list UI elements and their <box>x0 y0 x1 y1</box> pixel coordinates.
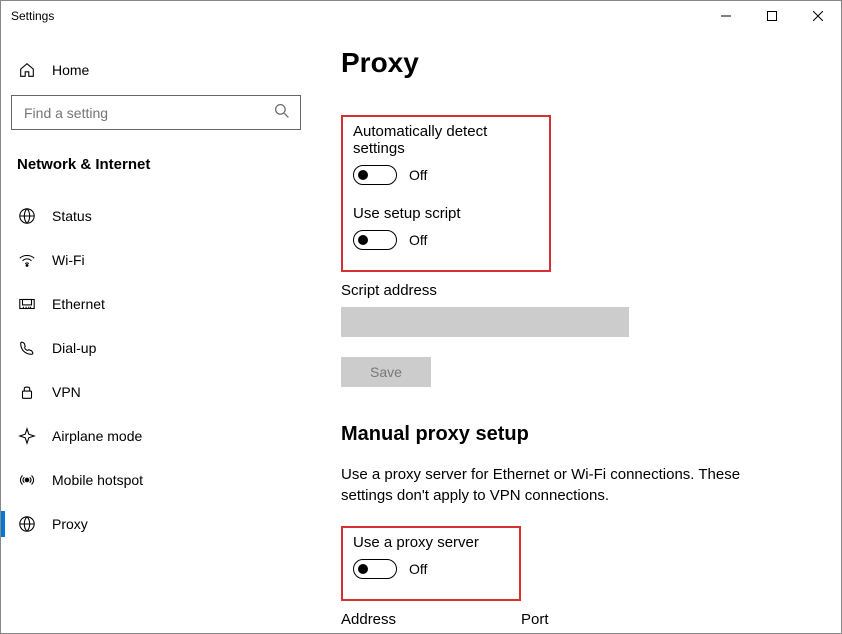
sidebar-item-airplane[interactable]: Airplane mode <box>11 415 301 457</box>
use-proxy-label: Use a proxy server <box>353 534 509 551</box>
auto-detect-toggle[interactable] <box>353 165 397 185</box>
sidebar-item-wifi[interactable]: Wi-Fi <box>11 239 301 281</box>
close-button[interactable] <box>795 1 841 31</box>
sidebar-item-dialup[interactable]: Dial-up <box>11 327 301 369</box>
home-label: Home <box>52 62 89 78</box>
window-title: Settings <box>11 9 54 23</box>
category-label: Network & Internet <box>11 148 301 193</box>
save-label: Save <box>370 364 402 380</box>
proxy-icon <box>17 515 37 533</box>
auto-detect-state: Off <box>409 167 427 183</box>
auto-detect-label: Automatically detect settings <box>353 123 539 157</box>
sidebar: Home Network & Internet Status Wi-Fi <box>1 31 311 633</box>
setup-script-label: Use setup script <box>353 205 539 222</box>
minimize-button[interactable] <box>703 1 749 31</box>
setup-script-toggle[interactable] <box>353 230 397 250</box>
sidebar-item-label: Dial-up <box>52 340 96 356</box>
sidebar-item-label: Status <box>52 208 92 224</box>
wifi-icon <box>17 251 37 269</box>
status-icon <box>17 207 37 225</box>
sidebar-item-hotspot[interactable]: Mobile hotspot <box>11 459 301 501</box>
main-content: Proxy Automatically detect settings Off … <box>311 31 841 633</box>
manual-title: Manual proxy setup <box>341 423 811 446</box>
ethernet-icon <box>17 295 37 313</box>
sidebar-item-proxy[interactable]: Proxy <box>11 503 301 545</box>
setup-script-state: Off <box>409 232 427 248</box>
titlebar: Settings <box>1 1 841 31</box>
vpn-icon <box>17 383 37 401</box>
dialup-icon <box>17 339 37 357</box>
sidebar-item-label: Wi-Fi <box>52 252 85 268</box>
hotspot-icon <box>17 471 37 489</box>
address-label: Address <box>341 611 501 628</box>
manual-description: Use a proxy server for Ethernet or Wi-Fi… <box>341 464 771 506</box>
search-input[interactable] <box>22 104 274 122</box>
script-address-label: Script address <box>341 282 811 299</box>
sidebar-item-ethernet[interactable]: Ethernet <box>11 283 301 325</box>
search-box[interactable] <box>11 95 301 130</box>
search-icon <box>274 103 290 122</box>
use-proxy-toggle[interactable] <box>353 559 397 579</box>
highlight-box-auto: Automatically detect settings Off Use se… <box>341 115 551 272</box>
save-button[interactable]: Save <box>341 357 431 387</box>
sidebar-item-label: VPN <box>52 384 81 400</box>
sidebar-item-status[interactable]: Status <box>11 195 301 237</box>
maximize-button[interactable] <box>749 1 795 31</box>
page-title: Proxy <box>341 47 811 79</box>
highlight-box-manual: Use a proxy server Off <box>341 526 521 601</box>
home-button[interactable]: Home <box>11 51 301 89</box>
sidebar-item-vpn[interactable]: VPN <box>11 371 301 413</box>
home-icon <box>17 61 37 79</box>
script-address-input[interactable] <box>341 307 629 337</box>
port-label: Port <box>521 611 601 628</box>
use-proxy-state: Off <box>409 561 427 577</box>
sidebar-item-label: Airplane mode <box>52 428 142 444</box>
sidebar-item-label: Ethernet <box>52 296 105 312</box>
sidebar-item-label: Mobile hotspot <box>52 472 143 488</box>
airplane-icon <box>17 427 37 445</box>
sidebar-item-label: Proxy <box>52 516 88 532</box>
